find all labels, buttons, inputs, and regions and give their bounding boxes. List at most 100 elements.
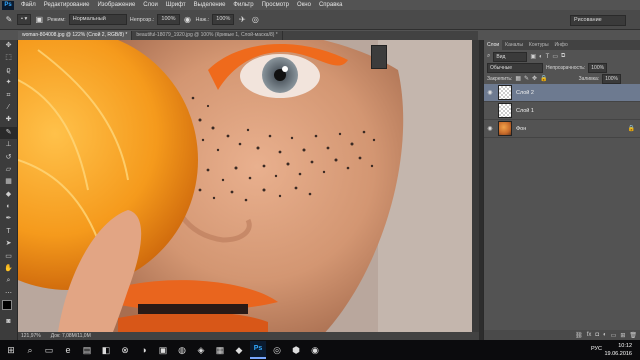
blur-icon[interactable]: ◆ [0, 189, 17, 201]
pen-icon[interactable]: ✒ [0, 213, 17, 225]
crop-icon[interactable]: ⌗ [0, 90, 17, 102]
filter-shape-icon[interactable]: ▭ [552, 53, 558, 60]
menu-filter[interactable]: Фильтр [229, 2, 257, 8]
quick-mask-icon[interactable]: ◙ [0, 316, 17, 328]
eraser-icon[interactable]: ▱ [0, 164, 17, 176]
brush-preset-picker[interactable]: • ▾ [17, 14, 32, 25]
lasso-icon[interactable]: ϱ [0, 65, 17, 77]
dodge-icon[interactable]: ◐ [0, 201, 17, 213]
app3-icon[interactable]: ◎ [269, 342, 285, 358]
pressure-size-icon[interactable]: ◎ [250, 15, 260, 25]
flow-label: Наж.: [195, 16, 210, 23]
start-icon[interactable]: ⊞ [3, 342, 19, 358]
brush-icon[interactable]: ✎ [0, 126, 17, 140]
zoom-level[interactable]: 121,97% [21, 333, 41, 339]
link-layers-icon[interactable]: ⛓ [575, 332, 583, 339]
chrome-icon[interactable]: ◍ [174, 342, 190, 358]
file-explorer-icon[interactable]: ▤ [79, 342, 95, 358]
layer-row-sloi-2[interactable]: ◉ Слой 2 [484, 84, 640, 102]
filter-smart-icon[interactable]: ⧉ [561, 53, 565, 60]
menu-bar: Ps Файл Редактирование Изображение Слои … [0, 0, 640, 10]
photoshop-logo: Ps [2, 0, 14, 10]
filter-adjust-icon[interactable]: ◐ [539, 54, 543, 60]
move-icon[interactable]: ✥ [0, 40, 17, 52]
xbox-icon[interactable]: ⊗ [117, 342, 133, 358]
healing-icon[interactable]: ✚ [0, 114, 17, 126]
new-group-icon[interactable]: ▭ [611, 332, 617, 339]
menu-view[interactable]: Просмотр [258, 2, 293, 8]
app4-icon[interactable]: ⬢ [288, 342, 304, 358]
search-icon[interactable]: ⌕ [22, 342, 38, 358]
tab-beautiful[interactable]: beautiful-18079_1920.jpg @ 100% (Кривые … [132, 31, 283, 40]
task-view-icon[interactable]: ▭ [41, 342, 57, 358]
airbrush-icon[interactable]: ✈ [237, 15, 247, 25]
more-tools-icon[interactable]: ⋯ [0, 288, 17, 300]
input-language[interactable]: РУС [591, 346, 602, 352]
lock-position-icon[interactable]: ✥ [532, 75, 537, 82]
lock-pixels-icon[interactable]: ✎ [524, 75, 529, 82]
menu-select[interactable]: Выделение [190, 2, 230, 8]
visibility-eye-icon[interactable]: ◉ [484, 89, 496, 96]
folder-icon[interactable]: ▣ [155, 342, 171, 358]
tab-paths[interactable]: Контуры [526, 40, 552, 50]
fill-field[interactable]: 100% [602, 73, 621, 84]
hand-icon[interactable]: ✋ [0, 263, 17, 275]
clock[interactable]: 10:12 19.06.2016 [604, 342, 632, 358]
menu-file[interactable]: Файл [17, 2, 40, 8]
calculator-icon[interactable]: ▦ [212, 342, 228, 358]
delete-layer-icon[interactable]: 🗑 [629, 332, 637, 339]
menu-help[interactable]: Справка [315, 2, 347, 8]
filter-type-icon[interactable]: T [546, 54, 550, 60]
layer-opacity-field[interactable]: 100% [588, 62, 608, 73]
zoom-icon[interactable]: ⌕ [0, 275, 17, 287]
menu-window[interactable]: Окно [293, 2, 315, 8]
media-icon[interactable]: ◑ [136, 342, 152, 358]
vertical-scrollbar[interactable] [472, 40, 479, 332]
history-brush-icon[interactable]: ↺ [0, 152, 17, 164]
tab-woman[interactable]: woman-804008.jpg @ 122% (Слой 2, RGB/8) … [18, 31, 133, 40]
app5-icon[interactable]: ◉ [307, 342, 323, 358]
menu-edit[interactable]: Редактирование [40, 2, 94, 8]
pressure-opacity-icon[interactable]: ◉ [183, 15, 193, 25]
brush-tool-icon[interactable]: ✎ [4, 15, 14, 25]
tab-info[interactable]: Инфо [552, 40, 571, 50]
add-mask-icon[interactable]: ◘ [595, 332, 599, 338]
workspace-select[interactable]: Рисование [570, 15, 626, 26]
app-icon[interactable]: ◈ [193, 342, 209, 358]
flow-field[interactable]: 100% [212, 14, 235, 25]
menu-image[interactable]: Изображение [93, 2, 139, 8]
gradient-icon[interactable]: ▦ [0, 176, 17, 188]
adjustment-layer-icon[interactable]: ◐ [603, 332, 607, 338]
layer-row-sloi-1[interactable]: Слой 1 [484, 102, 640, 120]
edge-icon[interactable]: e [60, 342, 76, 358]
path-select-icon[interactable]: ➤ [0, 238, 17, 250]
layer-style-icon[interactable]: fx [587, 332, 592, 338]
new-layer-icon[interactable]: ⊞ [620, 332, 625, 339]
marquee-icon[interactable]: ⬚ [0, 52, 17, 64]
quick-select-icon[interactable]: ✦ [0, 77, 17, 89]
document-canvas[interactable] [18, 40, 472, 332]
tab-channels[interactable]: Каналы [502, 40, 526, 50]
foreground-color-swatch[interactable] [2, 300, 12, 310]
photoshop-taskbar-icon[interactable]: Ps [250, 341, 266, 359]
document-size: Док: 7,08M/11,0M [50, 333, 91, 339]
visibility-eye-icon[interactable]: ◉ [484, 125, 496, 132]
store-icon[interactable]: ◧ [98, 342, 114, 358]
app2-icon[interactable]: ◆ [231, 342, 247, 358]
filter-kind-select[interactable]: Вид [493, 51, 528, 62]
tab-layers[interactable]: Слои [484, 40, 503, 50]
filter-pixel-icon[interactable]: ▣ [530, 53, 536, 60]
opacity-field[interactable]: 100% [157, 14, 180, 25]
blend-mode-select[interactable]: Обычные [487, 62, 543, 73]
stamp-icon[interactable]: ⊥ [0, 139, 17, 151]
brush-panel-icon[interactable]: ▣ [34, 15, 44, 25]
mode-select[interactable]: Нормальный [68, 14, 127, 25]
menu-layers[interactable]: Слои [139, 2, 162, 8]
menu-type[interactable]: Шрифт [162, 2, 190, 8]
lock-transparent-icon[interactable]: ▦ [515, 75, 521, 82]
layer-row-background[interactable]: ◉ Фон 🔒 [484, 120, 640, 138]
type-icon[interactable]: T [0, 226, 17, 238]
eyedropper-icon[interactable]: ⁄ [0, 102, 17, 114]
shape-icon[interactable]: ▭ [0, 251, 17, 263]
lock-all-icon[interactable]: 🔒 [540, 75, 547, 82]
